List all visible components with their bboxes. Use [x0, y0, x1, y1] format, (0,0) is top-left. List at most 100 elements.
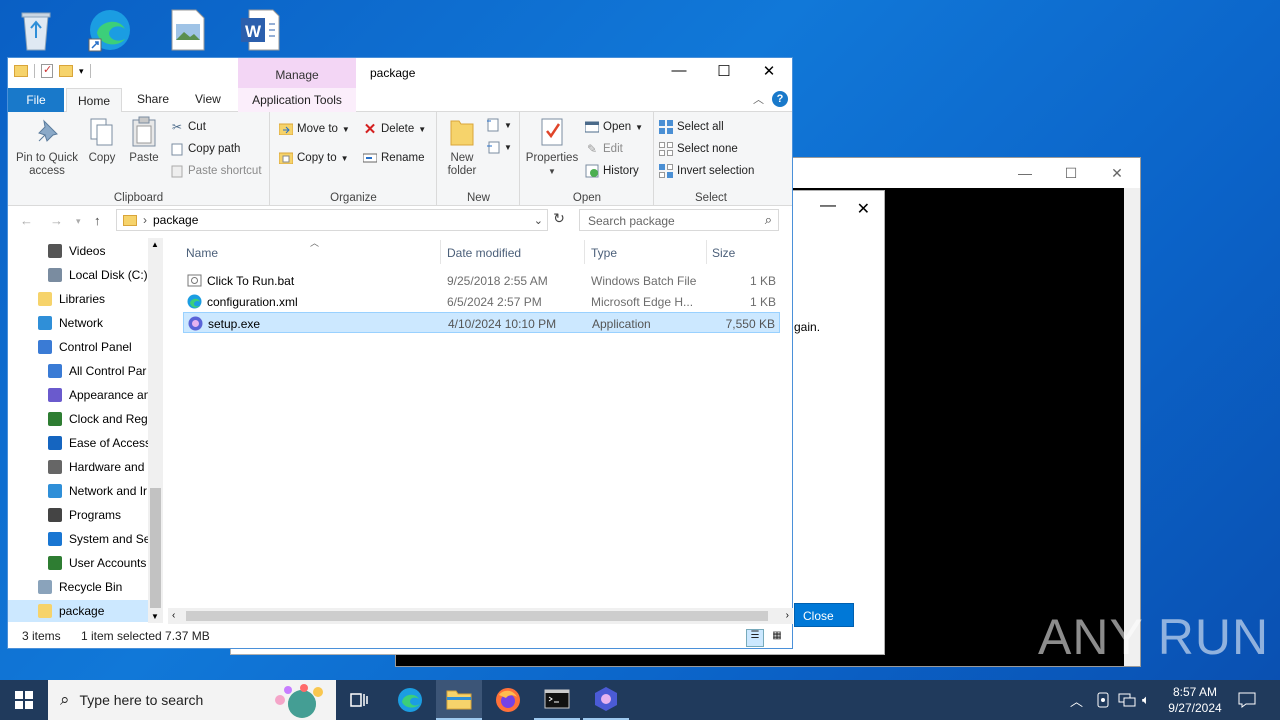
back-button[interactable]: ← [20, 213, 33, 228]
action-center-button[interactable] [1238, 680, 1256, 720]
taskbar-edge[interactable] [387, 680, 433, 720]
volume-tray-icon[interactable]: 🔈︎ [1142, 680, 1150, 720]
close-button[interactable]: ✕ [1094, 165, 1140, 182]
column-header-size[interactable]: Size [712, 246, 735, 260]
recycle-bin-desktop-icon[interactable] [12, 6, 60, 54]
taskbar-setup[interactable] [583, 680, 629, 720]
maximize-button[interactable]: ☐ [1048, 165, 1094, 182]
properties-icon[interactable] [41, 63, 53, 78]
nav-item[interactable]: Videos [8, 240, 148, 262]
select-none-button[interactable]: Select none [659, 142, 738, 156]
minimize-button[interactable]: — [664, 62, 694, 79]
nav-item[interactable]: Control Panel [8, 336, 148, 358]
new-folder-button[interactable]: New folder [442, 116, 482, 178]
rename-button[interactable]: Rename [363, 151, 424, 165]
customize-qat-icon[interactable]: ▾ [79, 66, 84, 77]
open-button[interactable]: Open ▼ [585, 120, 643, 134]
column-header-type[interactable]: Type [591, 246, 617, 260]
nav-item[interactable]: Libraries [8, 288, 148, 310]
nav-item[interactable]: Ease of Access [8, 432, 148, 454]
navigation-scrollbar[interactable]: ▲ ▼ [148, 238, 163, 623]
copy-path-button[interactable]: Copy path [170, 142, 240, 156]
clock[interactable]: 8:57 AM 9/27/2024 [1160, 684, 1230, 716]
tab-file[interactable]: File [8, 88, 64, 112]
new-folder-icon[interactable] [59, 65, 73, 77]
pin-to-quick-access-button[interactable]: Pin to Quick access [14, 116, 80, 178]
scroll-down-icon[interactable]: ▼ [151, 612, 159, 621]
search-input[interactable]: Search package ⌕ [579, 209, 779, 231]
maximize-button[interactable]: ☐ [709, 62, 739, 80]
minimize-button[interactable]: — [1002, 165, 1048, 181]
nav-item[interactable]: Local Disk (C:) [8, 264, 148, 286]
scroll-right-icon[interactable]: › [786, 610, 789, 621]
copy-to-button[interactable]: Copy to ▼ [279, 151, 349, 165]
address-bar[interactable]: › package ⌄ [116, 209, 548, 231]
taskbar-firefox[interactable] [485, 680, 531, 720]
collapse-ribbon-icon[interactable]: ︿ [753, 91, 764, 107]
paste-shortcut-button[interactable]: Paste shortcut [170, 164, 262, 178]
console-scrollbar[interactable] [1124, 188, 1140, 666]
column-separator[interactable] [440, 240, 441, 264]
dialog-minimize-button[interactable]: — [820, 197, 836, 215]
nav-item[interactable]: Clock and Regi [8, 408, 148, 430]
taskbar-console[interactable] [534, 680, 580, 720]
nav-item[interactable]: User Accounts [8, 552, 148, 574]
nav-item[interactable]: Network and Ir [8, 480, 148, 502]
up-button[interactable]: ↑ [94, 213, 101, 228]
scroll-thumb[interactable] [186, 611, 768, 621]
easy-access-button[interactable]: ▼ [486, 140, 512, 154]
refresh-icon[interactable]: ↻ [549, 210, 569, 232]
history-button[interactable]: History [585, 164, 639, 178]
nav-item[interactable]: Network [8, 312, 148, 334]
invert-selection-button[interactable]: Invert selection [659, 164, 754, 178]
tab-share[interactable]: Share [137, 92, 169, 106]
nav-item[interactable]: Recycle Bin [8, 576, 148, 598]
close-button[interactable]: Close [794, 603, 854, 627]
manage-tab[interactable]: Manage [238, 58, 356, 88]
edit-button[interactable]: ✎ Edit [585, 142, 623, 156]
help-icon[interactable]: ? [772, 91, 788, 107]
task-view-button[interactable] [337, 680, 383, 720]
nav-item[interactable]: Appearance an [8, 384, 148, 406]
tab-home[interactable]: Home [66, 88, 122, 113]
column-header-date[interactable]: Date modified [447, 246, 521, 260]
dialog-close-icon[interactable]: ✕ [857, 199, 870, 219]
select-all-button[interactable]: Select all [659, 120, 724, 134]
move-to-button[interactable]: Move to ▼ [279, 122, 350, 136]
tray-device-icon[interactable] [1095, 680, 1111, 720]
edge-desktop-icon[interactable] [86, 6, 134, 54]
large-icons-view-icon[interactable]: ▦ [768, 629, 786, 647]
nav-item[interactable]: System and Sec [8, 528, 148, 550]
paste-button[interactable]: Paste [126, 116, 162, 165]
nav-item[interactable]: Programs [8, 504, 148, 526]
nav-item[interactable]: Hardware and [8, 456, 148, 478]
column-separator[interactable] [584, 240, 585, 264]
address-dropdown-icon[interactable]: ⌄ [534, 214, 543, 227]
network-tray-icon[interactable] [1118, 680, 1136, 720]
forward-button[interactable]: → [50, 213, 63, 228]
start-button[interactable] [0, 680, 48, 720]
recent-locations-icon[interactable]: ▾ [76, 216, 81, 227]
tab-view[interactable]: View [195, 92, 221, 106]
column-header-name[interactable]: Name [186, 246, 218, 260]
cut-button[interactable]: ✂ Cut [170, 120, 206, 134]
delete-button[interactable]: ✕ Delete ▼ [363, 121, 426, 138]
details-view-icon[interactable]: ☰ [746, 629, 764, 647]
copy-button[interactable]: Copy [84, 116, 120, 165]
horizontal-scrollbar[interactable]: ‹ › [168, 608, 793, 624]
file-row[interactable]: configuration.xml 6/5/2024 2:57 PM Micro… [183, 291, 780, 312]
show-hidden-icons-button[interactable]: ︿ [1070, 680, 1083, 720]
nav-item[interactable]: All Control Par [8, 360, 148, 382]
taskbar-search-input[interactable]: ⌕ Type here to search [48, 680, 336, 720]
properties-button[interactable]: Properties ▼ [524, 116, 580, 178]
nav-item[interactable]: package [8, 600, 148, 622]
image-file-desktop-icon[interactable] [164, 6, 212, 54]
scroll-thumb[interactable] [150, 488, 161, 608]
tab-application-tools[interactable]: Application Tools [238, 88, 356, 112]
close-button[interactable]: ✕ [754, 62, 784, 80]
file-row[interactable]: Click To Run.bat 9/25/2018 2:55 AM Windo… [183, 270, 780, 291]
word-document-desktop-icon[interactable]: W [236, 6, 284, 54]
scroll-left-icon[interactable]: ‹ [172, 610, 175, 621]
file-row-selected[interactable]: setup.exe 4/10/2024 10:10 PM Application… [183, 312, 780, 333]
column-separator[interactable] [706, 240, 707, 264]
